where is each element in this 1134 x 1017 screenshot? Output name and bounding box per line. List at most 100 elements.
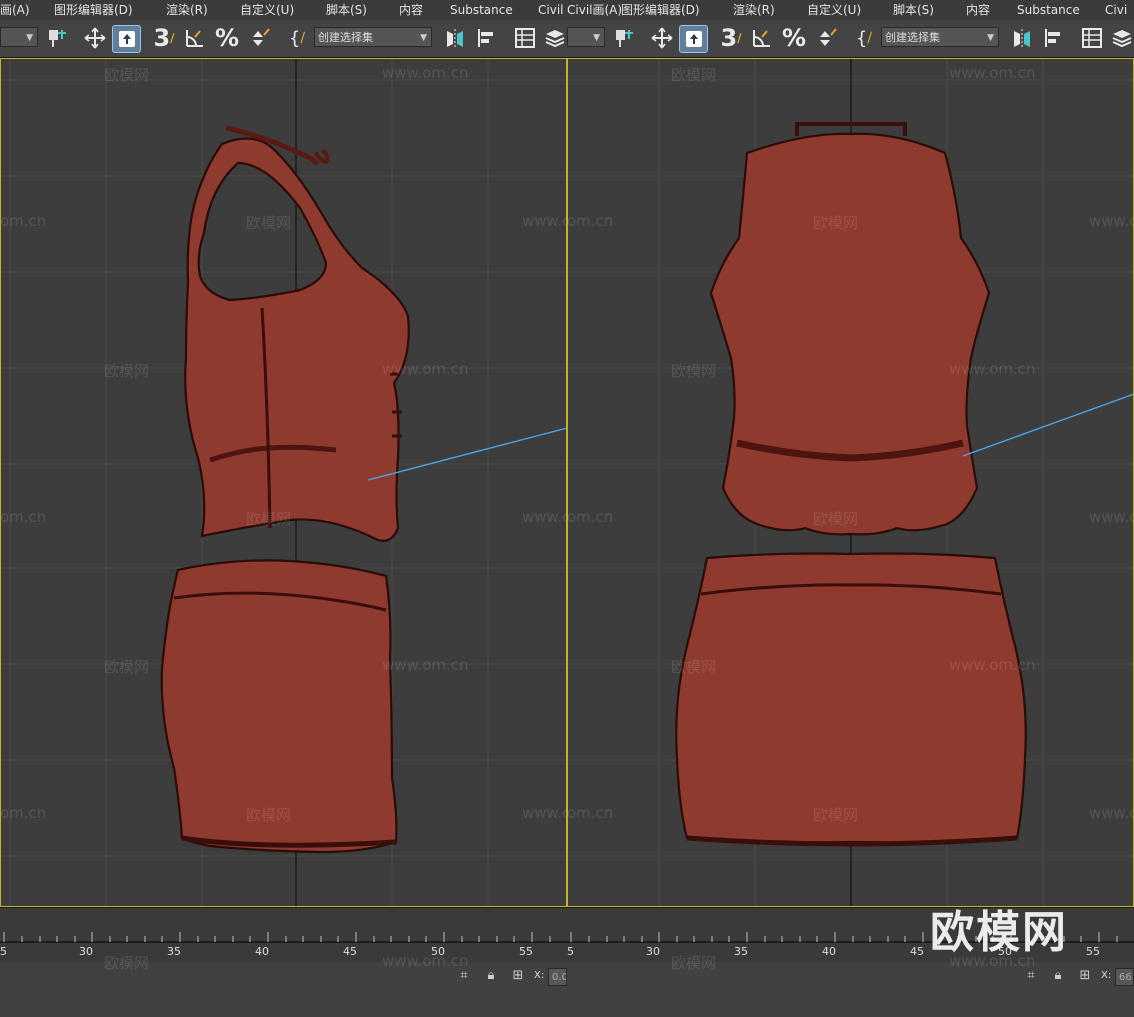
named-selection-icon[interactable]: {∕ <box>284 25 310 51</box>
menu-item-customize[interactable]: 自定义(U) <box>807 0 861 20</box>
layer-explorer-icon[interactable] <box>1079 25 1105 51</box>
menu-item-scripting[interactable]: 脚本(S) <box>893 0 934 20</box>
mirror-icon[interactable] <box>442 25 468 51</box>
timeline-tick-label: 35 <box>734 945 748 958</box>
menu-item-graph-editors[interactable]: 图形编辑器(D) <box>621 0 700 20</box>
menu-item-content[interactable]: 内容 <box>966 0 990 20</box>
angle-snap-icon[interactable] <box>182 25 208 51</box>
lock-icon[interactable]: 🔒︎ <box>483 968 499 984</box>
timeline-tick-label: 45 <box>910 945 924 958</box>
top-garment-front-view <box>709 122 991 536</box>
select-object-button[interactable] <box>679 25 708 53</box>
isolate-selection-icon[interactable]: ⌗ <box>456 968 472 984</box>
x-coordinate-field[interactable]: 66.1 <box>1115 968 1134 986</box>
chevron-down-icon: ▼ <box>420 33 427 43</box>
select-object-button[interactable] <box>112 25 141 53</box>
layers-icon[interactable] <box>1111 25 1133 51</box>
chevron-down-icon: ▼ <box>593 33 600 43</box>
timeline-tick-label: 30 <box>646 945 660 958</box>
watermark-text: 欧模网 <box>813 806 859 824</box>
timeline-ruler <box>0 932 567 943</box>
snap-3d-icon[interactable]: 3 ∕ <box>150 24 178 52</box>
snap-pin-icon[interactable] <box>44 25 70 51</box>
menu-item-customize[interactable]: 自定义(U) <box>240 0 294 20</box>
watermark-url: www.om.cn <box>382 656 469 674</box>
main-toolbar: ▼ 3 ∕ % {∕ 创建选择集 ▼ <box>0 20 567 58</box>
selection-filter-dropdown[interactable]: ▼ <box>567 27 605 47</box>
timeline-tick-label: 35 <box>167 945 181 958</box>
watermark-text: 欧模网 <box>671 66 717 84</box>
menu-item-rendering[interactable]: 渲染(R) <box>166 0 208 20</box>
align-icon[interactable] <box>1041 25 1067 51</box>
timeline-tick-label: 55 <box>1086 945 1100 958</box>
menu-item-substance[interactable]: Substance <box>450 0 513 20</box>
main-toolbar: ▼ 3 ∕ % {∕ 创建选择集 ▼ <box>567 20 1134 58</box>
menu-bar: Civil画(A) 图形编辑器(D) 渲染(R) 自定义(U) 脚本(S) 内容… <box>567 0 1134 21</box>
isolate-selection-icon[interactable]: ⌗ <box>1023 968 1039 984</box>
timeline-tick-label: 45 <box>343 945 357 958</box>
menu-item-content[interactable]: 内容 <box>399 0 423 20</box>
timeline-tick-label: 5 <box>0 945 7 958</box>
select-icon <box>685 31 702 47</box>
watermark-url: www.om.cn <box>1089 804 1134 822</box>
watermark-text: 欧模网 <box>671 362 717 380</box>
left-viewport-canvas <box>0 58 567 907</box>
lock-icon[interactable]: 🔒︎ <box>1050 968 1066 984</box>
absolute-mode-icon[interactable]: ⊞ <box>1077 968 1093 984</box>
spinner-snap-icon[interactable] <box>246 25 272 51</box>
menu-item-animation[interactable]: 画(A) <box>0 0 30 20</box>
watermark-url: om.cn <box>0 804 47 822</box>
watermark-url: om.cn <box>567 804 614 822</box>
angle-snap-icon[interactable] <box>749 25 775 51</box>
menu-item-graph-editors[interactable]: 图形编辑器(D) <box>54 0 133 20</box>
menu-item-civil[interactable]: Civi <box>1105 0 1127 20</box>
watermark-url: www.om.cn <box>522 804 567 822</box>
mirror-icon[interactable] <box>1009 25 1035 51</box>
watermark-text: 欧模网 <box>246 510 292 528</box>
watermark-url: www.om.cn <box>382 360 469 378</box>
layer-explorer-icon[interactable] <box>512 25 538 51</box>
spinner-snap-icon[interactable] <box>813 25 839 51</box>
layers-icon[interactable] <box>544 25 566 51</box>
watermark-url: www.om.cn <box>382 64 469 82</box>
timeline-tick-label: 40 <box>822 945 836 958</box>
absolute-mode-icon[interactable]: ⊞ <box>510 968 526 984</box>
menu-item-substance[interactable]: Substance <box>1017 0 1080 20</box>
watermark-text: 欧模网 <box>671 954 717 972</box>
watermark-url: www.om.cn <box>949 360 1036 378</box>
menu-item-scripting[interactable]: 脚本(S) <box>326 0 367 20</box>
right-viewport-canvas <box>567 58 1134 907</box>
align-icon[interactable] <box>474 25 500 51</box>
menu-item-rendering[interactable]: 渲染(R) <box>733 0 775 20</box>
time-slider-track[interactable]: 5 30 35 40 45 50 55 <box>0 907 567 963</box>
create-selection-set-dropdown[interactable]: 创建选择集 ▼ <box>314 27 432 47</box>
top-garment-side-view <box>184 125 410 542</box>
watermark-url: www.om.cn <box>1089 508 1134 526</box>
selection-set-placeholder: 创建选择集 <box>318 31 373 44</box>
chevron-down-icon: ▼ <box>26 33 33 43</box>
percent-snap-icon[interactable]: % <box>214 24 240 52</box>
menu-item-animation[interactable]: Civil画(A) <box>567 0 622 20</box>
watermark-url: www.om.cn <box>522 508 567 526</box>
selection-filter-dropdown[interactable]: ▼ <box>0 27 38 47</box>
menu-item-civil[interactable]: Civil <box>538 0 563 20</box>
named-selection-icon[interactable]: {∕ <box>851 25 877 51</box>
watermark-text: 欧模网 <box>246 806 292 824</box>
viewport-left-side[interactable] <box>0 58 567 907</box>
create-selection-set-dropdown[interactable]: 创建选择集 ▼ <box>881 27 999 47</box>
screenshot-right-half: Civil画(A) 图形编辑器(D) 渲染(R) 自定义(U) 脚本(S) 内容… <box>567 0 1134 1017</box>
watermark-url: om.cn <box>567 212 614 230</box>
x-coordinate-label: X: <box>1101 970 1112 981</box>
percent-snap-icon[interactable]: % <box>781 24 807 52</box>
move-icon[interactable] <box>82 25 108 51</box>
watermark-url: om.cn <box>0 212 47 230</box>
viewport-front[interactable] <box>567 58 1134 907</box>
snap-pin-icon[interactable] <box>611 25 637 51</box>
watermark-url: www.om.cn <box>949 656 1036 674</box>
status-bar <box>567 962 1134 1017</box>
screenshot-left-half: 画(A) 图形编辑器(D) 渲染(R) 自定义(U) 脚本(S) 内容 Subs… <box>0 0 567 1017</box>
move-icon[interactable] <box>649 25 675 51</box>
x-coordinate-field[interactable]: 0.0 <box>548 968 567 986</box>
timeline-tick-label: 40 <box>255 945 269 958</box>
snap-3d-icon[interactable]: 3 ∕ <box>717 24 745 52</box>
